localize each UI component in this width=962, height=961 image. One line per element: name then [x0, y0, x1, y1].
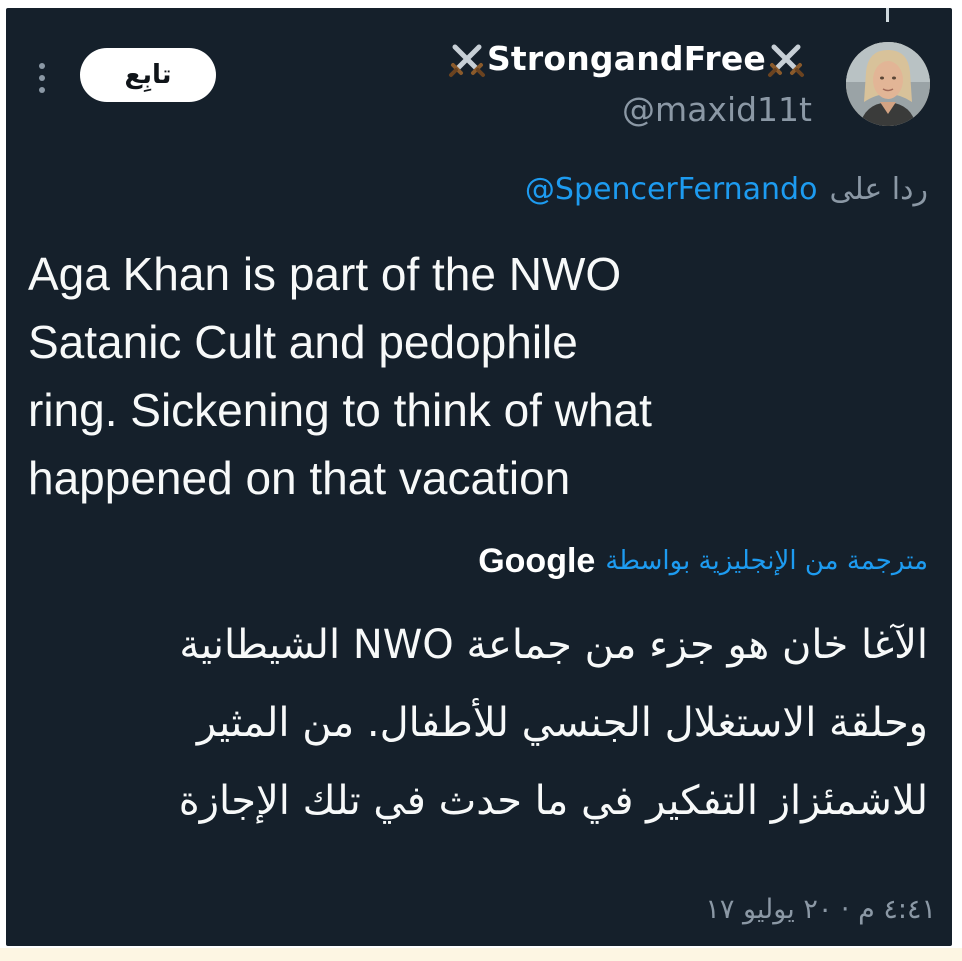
tweet-card: StrongandFree @maxid11t تابِع ردا على @S…	[6, 8, 952, 946]
follow-button[interactable]: تابِع	[80, 48, 216, 102]
reply-to-handle-link[interactable]: @SpencerFernando	[525, 172, 818, 207]
user-handle[interactable]: @maxid11t	[622, 88, 812, 132]
translation-attribution: مترجمة من الإنجليزية بواسطة Google	[478, 537, 928, 585]
crossed-swords-icon	[448, 44, 485, 77]
more-vertical-icon[interactable]	[30, 58, 54, 98]
reply-prefix: ردا على	[829, 171, 928, 207]
display-name[interactable]: StrongandFree	[487, 36, 766, 82]
reply-to-line: ردا على @SpencerFernando	[525, 167, 928, 211]
crossed-swords-icon	[768, 44, 804, 77]
google-logo: Google	[478, 541, 596, 580]
tweet-timestamp[interactable]: ٤:٤١ م · ٢٠ يوليو ١٧	[640, 890, 936, 930]
avatar-photo	[846, 42, 930, 126]
tweet-text: Aga Khan is part of the NWO Satanic Cult…	[28, 248, 652, 504]
bottom-strip	[0, 948, 962, 961]
display-name-row[interactable]: StrongandFree	[447, 36, 806, 82]
translated-text: الآغا خان هو جزء من جماعة NWO الشيطانية …	[178, 622, 928, 824]
avatar[interactable]	[846, 42, 930, 126]
scroll-indicator	[886, 8, 889, 22]
screenshot-frame: StrongandFree @maxid11t تابِع ردا على @S…	[0, 0, 962, 961]
translated-by-label[interactable]: مترجمة من الإنجليزية بواسطة	[605, 546, 928, 576]
